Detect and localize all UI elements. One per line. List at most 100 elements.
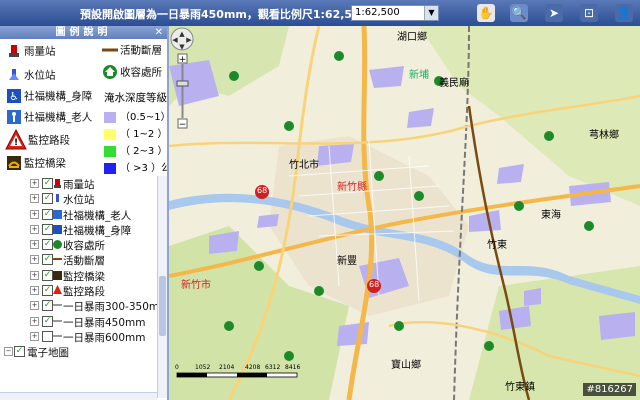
expand-icon[interactable]: + — [30, 240, 39, 250]
expand-icon[interactable]: + — [30, 194, 39, 204]
close-icon[interactable]: ✕ — [155, 26, 163, 39]
scale-tick: 6312 — [265, 364, 281, 371]
layer-checkbox[interactable]: ✓ — [42, 269, 53, 281]
depth-title: 淹水深度等級 — [104, 92, 167, 104]
legend-hscrollbar[interactable] — [0, 392, 157, 400]
legend-item-elderly: 社福機構_老人 — [4, 109, 92, 127]
bridge-icon — [4, 155, 24, 171]
map-scale-bar — [176, 372, 298, 378]
map-label: 芎林鄉 — [589, 130, 619, 141]
measure-icon[interactable]: ⊡ — [580, 4, 598, 22]
legend-item-bridge: 監控橋梁 — [4, 155, 66, 173]
scale-select[interactable]: 1:62,500 ▼ — [351, 5, 439, 21]
layer-row[interactable]: + 一日暴雨600mm — [0, 329, 165, 344]
expand-icon[interactable]: + — [30, 209, 39, 219]
scale-tick: 0 — [175, 364, 179, 371]
expand-icon[interactable]: + — [30, 270, 39, 280]
map-canvas[interactable] — [169, 26, 640, 400]
wheelchair-icon: ♿ — [4, 88, 24, 104]
scale-select-value: 1:62,500 — [355, 7, 400, 18]
expand-icon[interactable]: + — [30, 255, 39, 265]
pan-zoom-control[interactable]: ▲ ▼ ◀ ▶ + − — [169, 26, 197, 136]
warning-icon: ! — [4, 128, 28, 151]
shelter-icon — [100, 64, 120, 80]
map-label: 竹北市 — [289, 160, 319, 171]
svg-text:▶: ▶ — [186, 36, 192, 44]
map-view[interactable]: ▲ ▼ ◀ ▶ + − 湖口鄉 新埔 義民廟 竹北市 新竹縣 竹東 新竹市 芎林… — [169, 26, 640, 400]
top-toolbar: 預設開啟圖層為一日暴雨450mm，觀看比例尺1:62,500 1:62,500 … — [0, 0, 640, 26]
navigate-arrow-icon[interactable]: ➤ — [545, 4, 563, 22]
expand-icon[interactable]: + — [30, 179, 39, 188]
depth-level-2: （ 1~2 ）公 — [104, 125, 167, 140]
collapse-icon[interactable]: − — [4, 347, 13, 357]
scale-tick: 2104 — [219, 364, 235, 371]
legend-panel: 圖例說明 ✕ 雨量站 水位站 ♿ 社福機構_身障 社福機構_老人 ! 監控路段 … — [0, 26, 169, 400]
legend-item-fault: 活動斷層 — [100, 42, 162, 60]
layer-checkbox[interactable]: ✓ — [14, 346, 25, 358]
chevron-down-icon[interactable]: ▼ — [424, 6, 438, 20]
layer-row[interactable]: + ✓ 活動斷層 — [0, 252, 165, 267]
expand-icon[interactable]: + — [30, 316, 39, 326]
svg-text:−: − — [179, 120, 187, 130]
layer-row[interactable]: + ✓ 一日暴雨450mm — [0, 314, 165, 329]
layer-checkbox[interactable]: ✓ — [42, 254, 53, 266]
zoom-tool-icon[interactable]: 🔍 — [510, 4, 528, 22]
depth-level-4: （ >3 ）公 — [104, 159, 167, 174]
layer-checkbox[interactable]: ✓ — [42, 178, 53, 189]
layer-row[interactable]: + ✓ 社福機構_身障 — [0, 222, 165, 237]
legend-scrollbar[interactable] — [157, 176, 167, 398]
layer-row[interactable]: + ✓ 監控橋梁 — [0, 268, 165, 283]
layer-checkbox[interactable]: ✓ — [42, 208, 53, 220]
scale-tick: 4208 — [245, 364, 261, 371]
fault-line-icon — [100, 42, 120, 58]
layer-checkbox[interactable]: ✓ — [42, 239, 53, 251]
shelter-icon — [53, 240, 62, 250]
layer-checkbox[interactable] — [42, 330, 53, 342]
map-label: 寶山鄉 — [391, 360, 421, 371]
map-label: 竹東鎮 — [505, 382, 535, 393]
map-label: 義民廟 — [439, 78, 469, 89]
layer-checkbox[interactable]: ✓ — [42, 315, 53, 327]
svg-text:♿: ♿ — [9, 90, 19, 103]
legend-item-rain: 雨量站 — [4, 43, 56, 61]
toolbar-title: 預設開啟圖層為一日暴雨450mm，觀看比例尺1:62,500 — [80, 8, 368, 21]
expand-icon[interactable]: + — [30, 331, 39, 341]
layer-checkbox[interactable]: ✓ — [42, 193, 53, 205]
elderly-icon — [53, 209, 62, 219]
legend-item-water: 水位站 — [4, 67, 56, 85]
layer-checkbox[interactable]: ✓ — [42, 300, 53, 312]
layer-row[interactable]: + ✓ 一日暴雨300-350mm — [0, 298, 167, 313]
map-label: 新豐 — [337, 256, 357, 267]
layer-row[interactable]: + ✓ 雨量站 — [0, 176, 165, 191]
expand-icon[interactable]: + — [30, 224, 39, 234]
flood-zone — [469, 210, 501, 232]
layer-row[interactable]: + ✓ 社福機構_老人 — [0, 207, 165, 222]
layer-group-row[interactable]: − ✓ 電子地圖 — [0, 344, 165, 359]
route-number: 68 — [257, 186, 268, 195]
fault-line-icon — [53, 258, 62, 261]
expand-icon[interactable]: + — [30, 301, 39, 311]
layer-checkbox[interactable]: ✓ — [42, 285, 53, 297]
scrollbar-thumb[interactable] — [159, 276, 166, 336]
legend-item-shelter: 收容處所 — [100, 64, 162, 82]
user-icon[interactable]: 👤 — [615, 4, 633, 22]
layer-row[interactable]: + ✓ 水位站 — [0, 191, 165, 206]
elderly-icon — [4, 109, 24, 125]
flood-zone — [257, 214, 279, 228]
svg-text:▼: ▼ — [179, 43, 185, 51]
expand-icon[interactable]: + — [30, 286, 39, 296]
flood-zone — [407, 108, 434, 128]
layer-row[interactable]: + ✓ 監控路段 — [0, 283, 165, 298]
layer-row[interactable]: + ✓ 收容處所 — [0, 237, 165, 252]
rain-gauge-icon — [54, 179, 61, 188]
line-icon — [53, 320, 62, 322]
wheelchair-icon — [53, 224, 62, 234]
line-icon — [53, 335, 62, 337]
map-label: 新竹縣 — [337, 182, 367, 193]
flood-zone — [524, 288, 541, 306]
svg-text:!: ! — [14, 138, 18, 148]
depth-swatch — [104, 111, 116, 123]
pan-hand-icon[interactable]: ✋ — [477, 4, 495, 22]
depth-swatch — [104, 162, 116, 174]
layer-checkbox[interactable]: ✓ — [42, 223, 53, 235]
